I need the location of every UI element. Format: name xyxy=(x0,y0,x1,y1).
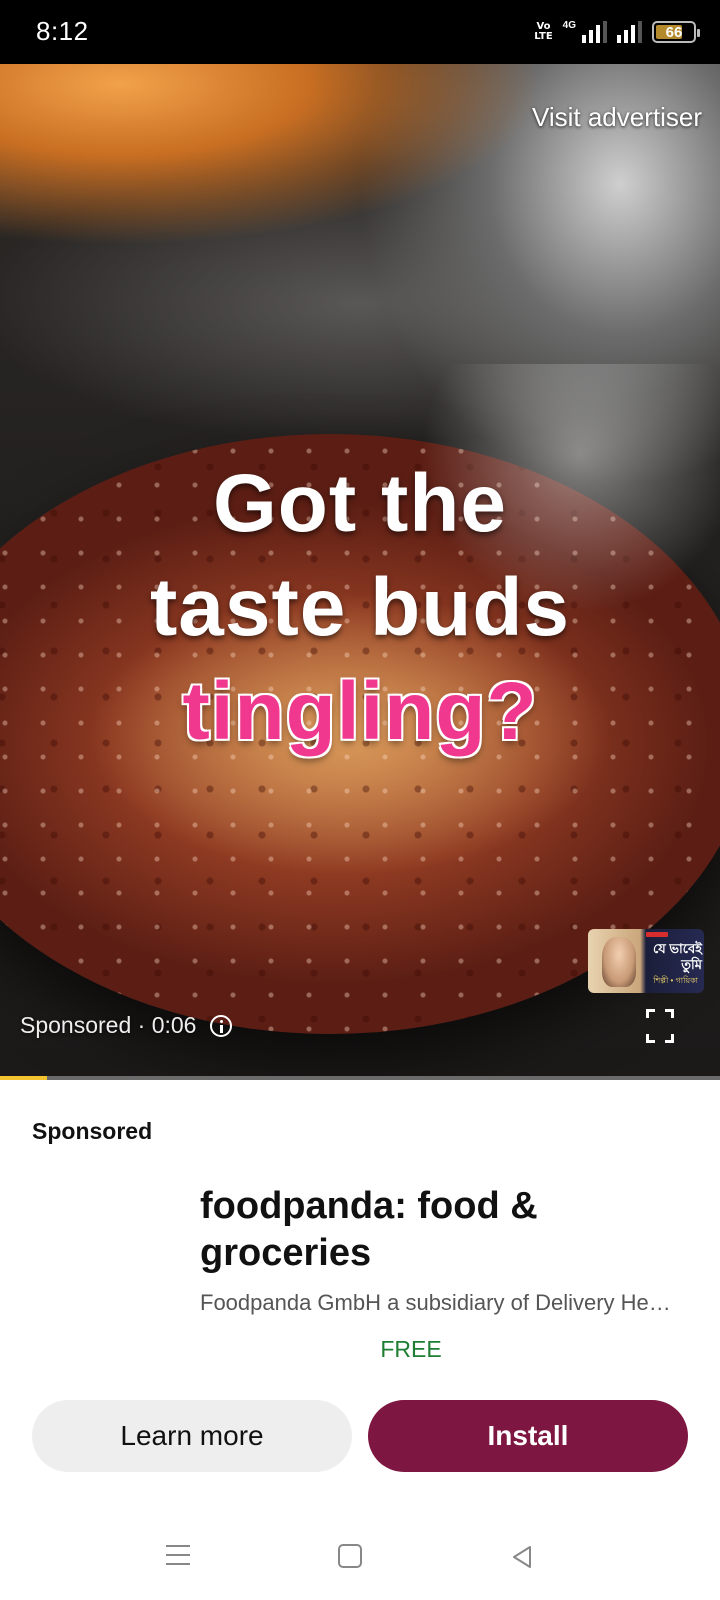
battery-level: 66 xyxy=(665,23,683,41)
thumbnail-subtitle: শিল্পী • গায়িকা xyxy=(653,976,698,985)
visit-advertiser-link[interactable]: Visit advertiser xyxy=(532,102,702,133)
headline-line-1: Got the xyxy=(213,458,507,549)
app-publisher: Foodpanda GmbH a subsidiary of Delivery … xyxy=(200,1290,671,1315)
sponsored-label: Sponsored xyxy=(32,1118,153,1144)
status-icons: Vo LTE 4G 66 xyxy=(534,18,700,46)
network-type-label: 4G xyxy=(562,20,576,31)
thumbnail-portrait xyxy=(602,937,636,987)
sponsored-timer: Sponsored · 0:06 xyxy=(20,1012,233,1039)
install-button[interactable]: Install xyxy=(368,1400,688,1472)
ad-headline: Got the taste buds tingling? xyxy=(0,452,720,764)
volte-icon: Vo LTE xyxy=(534,22,552,42)
video-player[interactable]: Visit advertiser Got the taste buds ting… xyxy=(0,64,720,1080)
app-title[interactable]: foodpanda: food & groceries xyxy=(200,1183,700,1277)
info-icon[interactable] xyxy=(210,1014,233,1037)
home-icon[interactable] xyxy=(338,1544,362,1568)
battery-icon: 66 xyxy=(652,21,700,43)
sponsored-time-text: Sponsored · 0:06 xyxy=(20,1012,197,1038)
signal-icon-1 xyxy=(582,21,607,43)
app-price: FREE xyxy=(380,1336,442,1362)
headline-line-2: taste buds xyxy=(149,562,571,653)
signal-icon-2 xyxy=(617,21,642,43)
back-icon[interactable] xyxy=(508,1543,536,1571)
headline-line-3: tingling? xyxy=(182,666,538,757)
navigation-bar xyxy=(0,1525,720,1587)
menu-icon[interactable] xyxy=(166,1545,190,1569)
thumbnail-badge xyxy=(646,932,668,937)
video-progress-fill xyxy=(0,1076,47,1080)
learn-more-button[interactable]: Learn more xyxy=(32,1400,352,1472)
status-time: 8:12 xyxy=(36,16,89,46)
video-progress-bar[interactable] xyxy=(0,1076,720,1080)
thumbnail-title: যে ভাবেই তুমি xyxy=(652,941,702,972)
fullscreen-icon[interactable] xyxy=(646,1009,674,1043)
volte-line2: LTE xyxy=(534,31,553,42)
next-video-thumbnail[interactable]: যে ভাবেই তুমি শিল্পী • গায়িকা xyxy=(588,929,704,993)
status-bar: 8:12 Vo LTE 4G 66 xyxy=(0,0,720,64)
